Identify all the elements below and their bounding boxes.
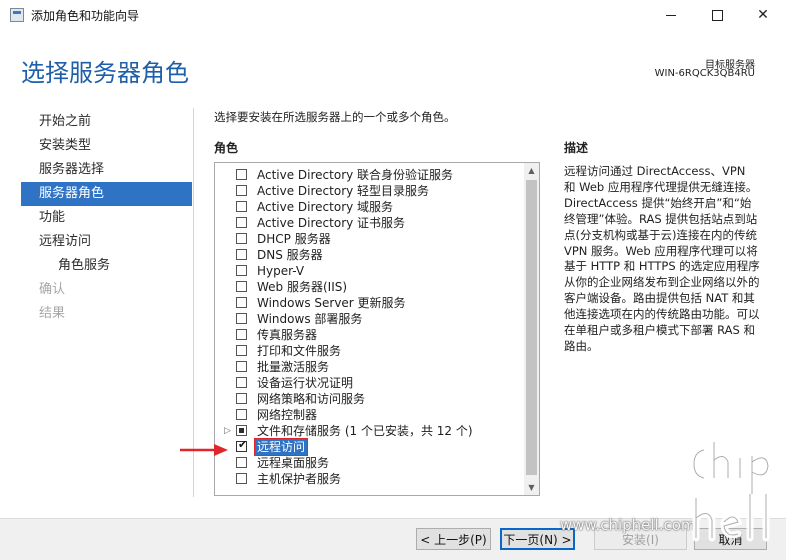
role-label: 批量激活服务: [257, 360, 330, 374]
nav-item-8: 确认: [39, 282, 66, 297]
role-label: 远程桌面服务: [257, 456, 330, 470]
checkmark-icon: ✔: [238, 438, 248, 451]
nav-item-5[interactable]: 功能: [21, 206, 192, 230]
close-icon: ✕: [757, 7, 769, 23]
title-bar: 添加角色和功能向导 ✕: [0, 0, 786, 30]
roles-header: 角色: [214, 141, 239, 155]
role-checkbox[interactable]: [236, 409, 247, 420]
role-checkbox[interactable]: [236, 425, 247, 436]
nav-divider: [193, 108, 194, 497]
role-label: 网络控制器: [257, 408, 318, 422]
nav-item-4[interactable]: 服务器角色: [21, 182, 192, 206]
app-icon: [10, 8, 24, 22]
role-label: Windows Server 更新服务: [257, 296, 406, 310]
target-server-name: WIN-6RQCK3QB4RU: [654, 68, 755, 79]
role-checkbox[interactable]: [236, 233, 247, 244]
previous-button[interactable]: < 上一步(P): [416, 528, 491, 550]
role-label: 主机保护者服务: [257, 472, 342, 486]
maximize-button[interactable]: [694, 0, 740, 30]
role-label: 远程访问: [253, 438, 309, 456]
role-checkbox[interactable]: ✔: [236, 438, 248, 452]
page-title: 选择服务器角色: [21, 59, 189, 87]
role-label: Hyper-V: [257, 264, 305, 278]
watermark-logo: [690, 438, 772, 542]
role-checkbox[interactable]: [236, 473, 247, 484]
window-title: 添加角色和功能向导: [31, 9, 140, 23]
role-label: Windows 部署服务: [257, 312, 363, 326]
role-checkbox[interactable]: [236, 393, 247, 404]
close-button[interactable]: ✕: [740, 0, 786, 30]
minimize-icon: [666, 14, 676, 16]
expand-arrow-icon[interactable]: ▷: [224, 423, 231, 439]
roles-list[interactable]: ▲ ▼ Active Directory 联合身份验证服务 Active Dire…: [214, 162, 540, 496]
maximize-icon: [711, 9, 723, 21]
role-checkbox[interactable]: [236, 217, 247, 228]
role-label: 网络策略和访问服务: [257, 392, 366, 406]
role-label: Active Directory 域服务: [257, 200, 394, 214]
role-checkbox[interactable]: [236, 265, 247, 276]
role-label: 文件和存储服务 (1 个已安装，共 12 个): [257, 424, 473, 438]
role-label: 传真服务器: [257, 328, 318, 342]
scroll-down-arrow-icon[interactable]: ▼: [524, 480, 539, 495]
role-label: Active Directory 证书服务: [257, 216, 406, 230]
role-label: DNS 服务器: [257, 248, 323, 262]
minimize-button[interactable]: [648, 0, 694, 30]
role-label: Active Directory 轻型目录服务: [257, 184, 430, 198]
role-checkbox[interactable]: [236, 313, 247, 324]
scroll-thumb[interactable]: [526, 180, 537, 475]
wizard-nav: 开始之前 安装类型 服务器选择 服务器角色 功能 远程访问 角色服务确认结果: [21, 110, 192, 326]
nav-item-6[interactable]: 远程访问: [21, 230, 192, 254]
role-checkbox[interactable]: [236, 329, 247, 340]
role-checkbox[interactable]: [236, 185, 247, 196]
role-checkbox[interactable]: [236, 361, 247, 372]
nav-item-1[interactable]: 开始之前: [21, 110, 192, 134]
role-description: 远程访问通过 DirectAccess、VPN 和 Web 应用程序代理提供无缝…: [564, 164, 761, 353]
annotation-arrow-icon: [180, 444, 228, 456]
instruction-text: 选择要安装在所选服务器上的一个或多个角色。: [214, 110, 456, 124]
role-checkbox[interactable]: [236, 297, 247, 308]
role-checkbox[interactable]: [236, 249, 247, 260]
role-checkbox[interactable]: [236, 345, 247, 356]
nav-item-3[interactable]: 服务器选择: [21, 158, 192, 182]
nav-item-2[interactable]: 安装类型: [21, 134, 192, 158]
nav-item-7[interactable]: 角色服务: [21, 254, 192, 278]
role-label: Active Directory 联合身份验证服务: [257, 168, 454, 182]
role-label: 设备运行状况证明: [257, 376, 354, 390]
role-label: Web 服务器(IIS): [257, 280, 348, 294]
role-checkbox[interactable]: [236, 201, 247, 212]
role-label: 打印和文件服务: [257, 344, 342, 358]
role-checkbox[interactable]: [236, 169, 247, 180]
role-checkbox[interactable]: [236, 457, 247, 468]
role-label: DHCP 服务器: [257, 232, 331, 246]
nav-item-9: 结果: [39, 306, 66, 321]
role-checkbox[interactable]: [236, 281, 247, 292]
role-checkbox[interactable]: [236, 377, 247, 388]
description-header: 描述: [564, 141, 589, 155]
scroll-up-arrow-icon[interactable]: ▲: [524, 163, 539, 178]
watermark-url: www.chiphell.com: [560, 516, 696, 534]
roles-scrollbar[interactable]: ▲ ▼: [524, 163, 539, 495]
